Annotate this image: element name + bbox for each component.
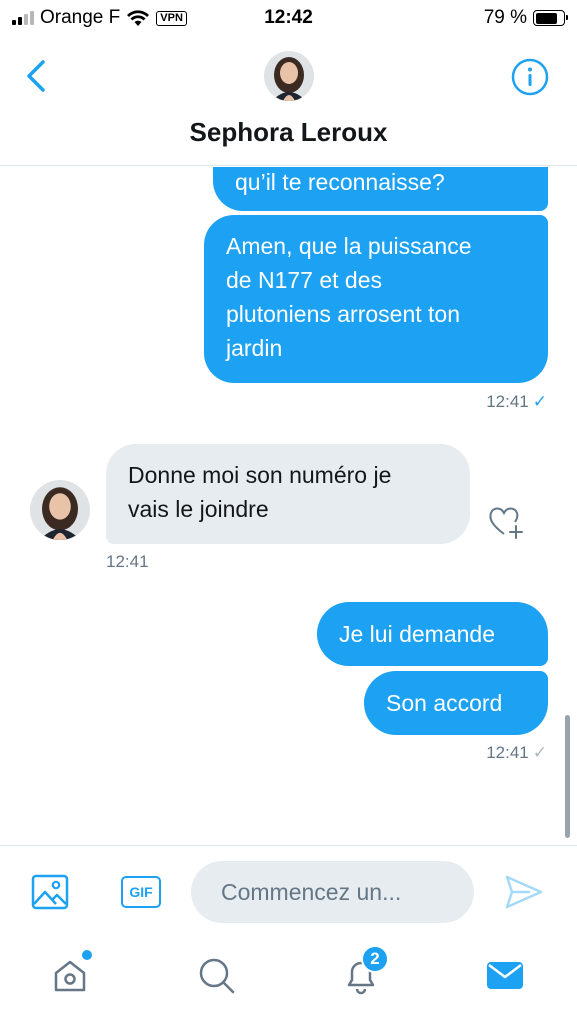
message-line: Amen, que la puissance bbox=[226, 233, 472, 259]
status-right: 79 % bbox=[483, 7, 568, 29]
search-icon bbox=[199, 958, 235, 994]
conversation-header: Sephora Leroux bbox=[0, 40, 577, 166]
chevron-left-icon bbox=[27, 60, 45, 92]
message-text: Je lui demande bbox=[339, 621, 495, 647]
message-line: jardin bbox=[226, 335, 283, 361]
sent-check-icon: ✓ bbox=[532, 743, 547, 762]
unread-dot bbox=[82, 950, 92, 960]
message-line: Donne moi son numéro je bbox=[128, 462, 392, 488]
contact-name[interactable]: Sephora Leroux bbox=[0, 117, 577, 148]
info-button[interactable] bbox=[511, 58, 549, 96]
tab-notifications[interactable]: 2 bbox=[339, 945, 389, 997]
message-time: 12:41 bbox=[486, 392, 529, 411]
message-list[interactable]: qu’il te reconnaisse? Amen, que la puiss… bbox=[0, 167, 577, 845]
avatar-image bbox=[30, 480, 90, 540]
message-line: plutoniens arrosent ton bbox=[226, 301, 460, 327]
message-input[interactable]: Commencez un... bbox=[191, 861, 474, 923]
envelope-icon bbox=[487, 962, 523, 989]
send-button[interactable] bbox=[503, 872, 545, 912]
incoming-message[interactable]: Donne moi son numéro je vais le joindre bbox=[106, 444, 470, 544]
info-icon bbox=[511, 58, 549, 96]
notifications-badge: 2 bbox=[361, 945, 389, 973]
back-button[interactable] bbox=[18, 58, 54, 94]
contact-avatar[interactable] bbox=[264, 51, 314, 101]
message-text: Son accord bbox=[386, 690, 503, 716]
add-photo-button[interactable] bbox=[30, 873, 70, 911]
gif-label: GIF bbox=[129, 884, 153, 900]
gif-button[interactable]: GIF bbox=[121, 876, 161, 908]
scrollbar[interactable] bbox=[565, 715, 570, 838]
read-check-icon: ✓ bbox=[532, 392, 547, 411]
tab-home[interactable] bbox=[48, 950, 92, 997]
send-icon bbox=[505, 875, 543, 909]
battery-percent: 79 % bbox=[483, 7, 527, 28]
avatar-image bbox=[264, 51, 314, 101]
image-icon bbox=[31, 874, 69, 910]
battery-fill bbox=[535, 12, 557, 24]
tab-bar: 2 bbox=[0, 937, 577, 1024]
sender-avatar[interactable] bbox=[30, 480, 90, 540]
message-meta: 12:41 ✓ bbox=[486, 743, 547, 763]
message-time: 12:41 bbox=[106, 552, 149, 571]
message-input-placeholder: Commencez un... bbox=[221, 878, 402, 905]
message-time: 12:41 bbox=[486, 743, 529, 762]
like-button[interactable] bbox=[486, 502, 526, 542]
message-line: de N177 et des bbox=[226, 267, 383, 293]
composer-bar: GIF Commencez un... bbox=[0, 845, 577, 937]
outgoing-message[interactable]: Amen, que la puissance de N177 et des pl… bbox=[204, 215, 548, 383]
outgoing-message[interactable]: Je lui demande bbox=[317, 602, 548, 666]
outgoing-message[interactable]: Son accord bbox=[364, 671, 548, 735]
message-text: qu’il te reconnaisse? bbox=[235, 169, 445, 195]
outgoing-message[interactable]: qu’il te reconnaisse? bbox=[213, 167, 548, 211]
heart-plus-icon bbox=[489, 507, 523, 539]
tab-messages[interactable] bbox=[483, 953, 527, 997]
message-meta: 12:41 bbox=[106, 552, 149, 572]
tab-search[interactable] bbox=[194, 953, 238, 997]
battery-icon bbox=[533, 10, 568, 26]
message-line: vais le joindre bbox=[128, 496, 269, 522]
message-meta: 12:41 ✓ bbox=[486, 392, 547, 412]
status-bar: Orange F VPN 12:42 79 % bbox=[0, 0, 577, 40]
